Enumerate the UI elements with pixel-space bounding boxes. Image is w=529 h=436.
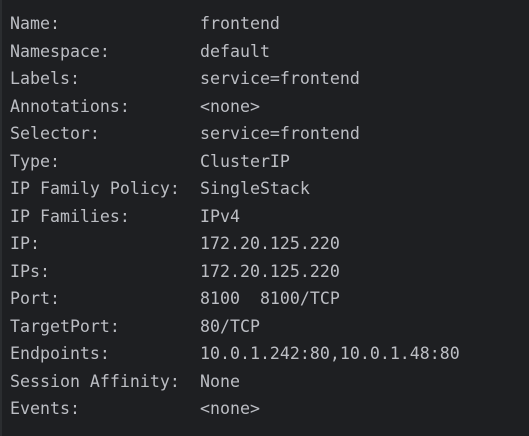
- output-line: TargetPort: 80/TCP: [10, 313, 460, 341]
- field-key: Namespace:: [10, 41, 110, 61]
- output-line: Name: frontend: [10, 10, 460, 38]
- field-value: 8100 8100/TCP: [200, 289, 340, 308]
- field-key: Endpoints:: [10, 344, 110, 363]
- field-value: 80/TCP: [200, 316, 260, 336]
- field-value: 10.0.1.242:80,10.0.1.48:80: [200, 344, 460, 363]
- panel-edge: [0, 0, 2, 436]
- field-value: service=frontend: [200, 69, 360, 88]
- output-line: Events: <none>: [10, 395, 460, 423]
- output-line: Namespace: default: [10, 38, 460, 66]
- field-key: IP Families:: [10, 206, 130, 226]
- field-key: Annotations:: [10, 96, 130, 116]
- field-value: SingleStack: [200, 179, 310, 198]
- field-value: 172.20.125.220: [200, 261, 340, 281]
- field-key: Events:: [10, 399, 80, 418]
- output-line: Session Affinity: None: [10, 368, 460, 396]
- field-key: Port:: [10, 289, 60, 308]
- output-line: Type: ClusterIP: [10, 148, 460, 176]
- output-line: Port: 8100 8100/TCP: [10, 285, 460, 313]
- field-key: IPs:: [10, 261, 50, 281]
- output-line: IP Family Policy: SingleStack: [10, 175, 460, 203]
- field-key: Labels:: [10, 69, 80, 88]
- output-line: Endpoints: 10.0.1.242:80,10.0.1.48:80: [10, 340, 460, 368]
- field-value: default: [200, 41, 270, 61]
- field-value: ClusterIP: [200, 151, 290, 171]
- field-value: frontend: [200, 14, 280, 33]
- field-value: service=frontend: [200, 124, 360, 143]
- field-value: 172.20.125.220: [200, 234, 340, 253]
- output-line: Labels: service=frontend: [10, 65, 460, 93]
- field-value: None: [200, 371, 240, 391]
- output-line: Annotations: <none>: [10, 93, 460, 121]
- field-value: <none>: [200, 399, 260, 418]
- field-key: Selector:: [10, 124, 100, 143]
- field-key: TargetPort:: [10, 316, 120, 336]
- field-key: IP:: [10, 234, 40, 253]
- output-line: Selector: service=frontend: [10, 120, 460, 148]
- field-key: Type:: [10, 151, 60, 171]
- field-key: Session Affinity:: [10, 371, 180, 391]
- field-value: IPv4: [200, 206, 240, 226]
- output-line: IP Families: IPv4: [10, 203, 460, 231]
- terminal-output[interactable]: Name: frontend Namespace: default Labels: ser…: [10, 10, 460, 423]
- output-line: IPs: 172.20.125.220: [10, 258, 460, 286]
- field-key: IP Family Policy:: [10, 179, 180, 198]
- field-key: Name:: [10, 14, 60, 33]
- field-value: <none>: [200, 96, 260, 116]
- output-line: IP: 172.20.125.220: [10, 230, 460, 258]
